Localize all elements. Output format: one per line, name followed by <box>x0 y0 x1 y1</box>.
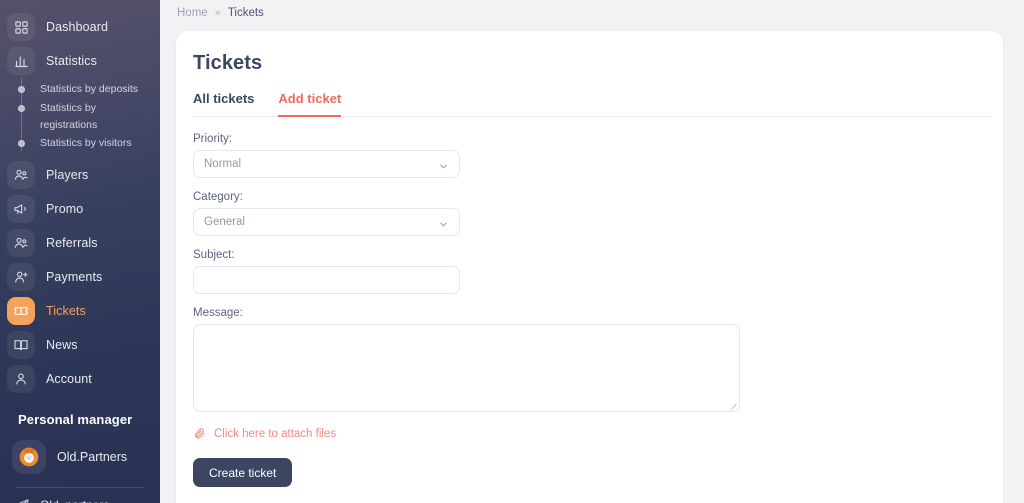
sidebar-item-label: Players <box>46 168 89 182</box>
priority-select[interactable]: Normal <box>193 150 460 178</box>
breadcrumb: Home » Tickets <box>160 0 1024 19</box>
sidebar: Dashboard Statistics Statistics by depos… <box>0 0 160 503</box>
priority-label: Priority: <box>193 133 232 145</box>
sidebar-item-referrals[interactable]: Referrals <box>0 226 160 260</box>
sidebar-item-account[interactable]: Account <box>0 362 160 396</box>
breadcrumb-current[interactable]: Tickets <box>228 7 264 19</box>
sidebar-item-payments[interactable]: Payments <box>0 260 160 294</box>
paperclip-icon <box>193 427 206 440</box>
user-plus-icon <box>7 263 35 291</box>
referrals-icon <box>7 229 35 257</box>
personal-manager-heading: Personal manager <box>18 412 133 427</box>
sidebar-item-label: Referrals <box>46 236 98 250</box>
sidebar-item-players[interactable]: Players <box>0 158 160 192</box>
category-select-wrap: General <box>193 208 460 236</box>
sidebar-item-label: Payments <box>46 270 103 284</box>
bar-chart-icon <box>7 47 35 75</box>
sidebar-subitem-statistics-by-registrations[interactable]: Statistics by registrations <box>0 100 160 133</box>
category-select[interactable]: General <box>193 208 460 236</box>
breadcrumb-home[interactable]: Home <box>177 7 208 19</box>
message-textarea[interactable] <box>193 324 740 412</box>
contact-telegram-label: Old_partners <box>40 498 109 503</box>
personal-manager-row[interactable]: Old.Partners <box>0 427 160 474</box>
tabs-bar: All tickets Add ticket <box>193 91 990 117</box>
message-label: Message: <box>193 307 243 319</box>
sidebar-item-statistics[interactable]: Statistics <box>0 44 160 78</box>
sidebar-item-news[interactable]: News <box>0 328 160 362</box>
subject-input[interactable] <box>193 266 460 294</box>
personal-manager-name: Old.Partners <box>57 450 128 464</box>
sidebar-submenu-statistics: Statistics by deposits Statistics by reg… <box>0 78 160 158</box>
tickets-card: Tickets All tickets Add ticket Priority:… <box>176 31 1003 503</box>
grid-icon <box>7 13 35 41</box>
megaphone-icon <box>7 195 35 223</box>
sidebar-subitem-statistics-by-deposits[interactable]: Statistics by deposits <box>0 81 160 98</box>
sidebar-item-dashboard[interactable]: Dashboard <box>0 10 160 44</box>
priority-select-wrap: Normal <box>193 150 460 178</box>
category-label: Category: <box>193 191 243 203</box>
bullet-dot-icon <box>17 105 25 112</box>
add-ticket-form: Priority: Normal Category: General Subje… <box>193 117 1003 487</box>
user-icon <box>7 365 35 393</box>
tab-all-tickets[interactable]: All tickets <box>193 91 254 117</box>
telegram-icon <box>14 497 30 503</box>
tab-add-ticket[interactable]: Add ticket <box>278 91 342 117</box>
sidebar-item-promo[interactable]: Promo <box>0 192 160 226</box>
sidebar-subitem-label: Statistics by registrations <box>40 102 98 131</box>
sidebar-subitem-label: Statistics by visitors <box>40 137 132 149</box>
page-title: Tickets <box>193 52 263 74</box>
sidebar-subitem-label: Statistics by deposits <box>40 83 139 95</box>
sidebar-item-label: Promo <box>46 202 84 216</box>
create-ticket-button[interactable]: Create ticket <box>193 458 293 487</box>
brand-gem-icon <box>12 440 46 474</box>
book-icon <box>7 331 35 359</box>
contact-telegram-row[interactable]: Old_partners <box>0 488 160 503</box>
sidebar-nav: Dashboard Statistics Statistics by depos… <box>0 0 160 396</box>
sidebar-item-label: Account <box>46 372 92 386</box>
subject-label: Subject: <box>193 249 235 261</box>
message-textarea-wrap <box>193 324 740 412</box>
sidebar-item-tickets[interactable]: Tickets <box>0 294 160 328</box>
app-root: Dashboard Statistics Statistics by depos… <box>0 0 1024 503</box>
ticket-icon <box>7 297 35 325</box>
breadcrumb-separator-icon: » <box>214 7 221 19</box>
bullet-dot-icon <box>17 86 25 93</box>
attach-files-button[interactable]: Click here to attach files <box>193 427 336 440</box>
sidebar-item-label: Dashboard <box>46 20 109 34</box>
sidebar-subitem-statistics-by-visitors[interactable]: Statistics by visitors <box>0 135 160 152</box>
sidebar-item-label: Tickets <box>46 304 86 318</box>
sidebar-item-label: Statistics <box>46 54 98 68</box>
bullet-dot-icon <box>17 140 25 147</box>
sidebar-item-label: News <box>46 338 78 352</box>
users-icon <box>7 161 35 189</box>
main-content: Home » Tickets Tickets All tickets Add t… <box>160 0 1024 503</box>
attach-files-label: Click here to attach files <box>214 427 337 440</box>
